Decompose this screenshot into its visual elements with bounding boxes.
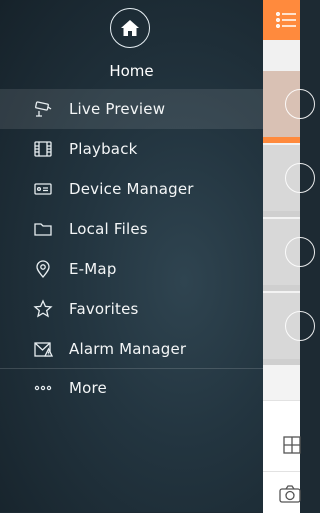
video-tile[interactable] [263,293,315,365]
menu-label: Live Preview [69,100,166,118]
menu-item-e-map[interactable]: E-Map [0,249,263,289]
app-toolbar [263,0,300,40]
home-button[interactable] [110,8,150,48]
device-icon [33,179,53,199]
more-section: More [0,368,263,408]
menu-label: Alarm Manager [69,340,187,358]
camera-icon [33,99,53,119]
more-dots-icon [33,378,53,398]
camera-snapshot-icon[interactable] [279,485,301,503]
film-icon [33,139,53,159]
add-camera-icon[interactable] [285,89,315,119]
star-icon [33,299,53,319]
menu-item-alarm-manager[interactable]: Alarm Manager [0,329,263,369]
menu-label: Playback [69,140,138,158]
add-camera-icon[interactable] [285,311,315,341]
menu-item-local-files[interactable]: Local Files [0,209,263,249]
home-icon [121,20,139,36]
background-screen [263,0,315,513]
video-tile[interactable] [263,71,315,143]
menu-label: Local Files [69,220,148,238]
map-pin-icon [33,259,53,279]
menu-label: Device Manager [69,180,194,198]
menu-item-live-preview[interactable]: Live Preview [0,89,263,129]
add-camera-icon[interactable] [285,163,315,193]
menu-label: E-Map [69,260,117,278]
folder-icon [33,219,53,239]
menu-item-more[interactable]: More [0,368,263,408]
add-camera-icon[interactable] [285,237,315,267]
menu-label: More [69,379,107,397]
main-menu: Live Preview Playback Device Manager Loc… [0,89,263,369]
menu-label: Favorites [69,300,139,318]
video-tile[interactable] [263,219,315,291]
navigation-drawer: Home Live Preview Playback Device Manage… [0,0,263,512]
split-screen-icon[interactable] [283,436,303,456]
secondary-bar [263,40,300,71]
toolbar-divider [263,471,300,472]
menu-item-playback[interactable]: Playback [0,129,263,169]
video-tile[interactable] [263,145,315,217]
alarm-icon [33,339,53,359]
menu-item-device-manager[interactable]: Device Manager [0,169,263,209]
menu-item-favorites[interactable]: Favorites [0,289,263,329]
list-menu-icon[interactable] [275,11,297,29]
bottom-toolbar [263,400,303,513]
home-label: Home [109,62,154,80]
